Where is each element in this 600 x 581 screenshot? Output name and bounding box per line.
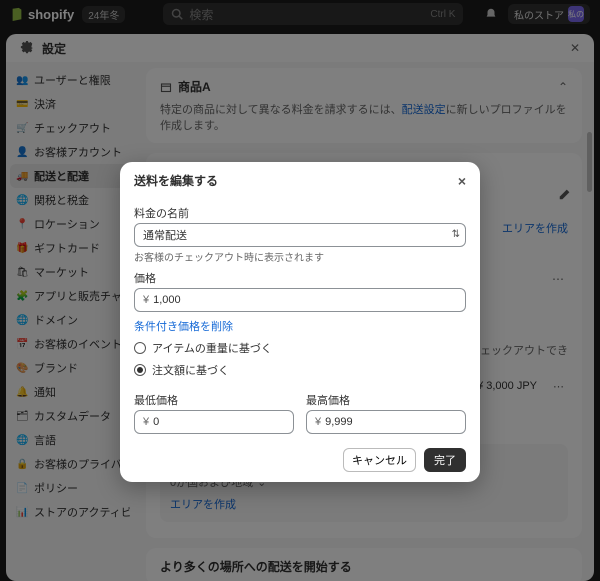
modal-title: 送料を編集する <box>134 172 218 189</box>
radio-weight[interactable]: アイテムの重量に基づく <box>134 340 466 356</box>
name-label: 料金の名前 <box>134 205 466 221</box>
name-help: お客様のチェックアウト時に表示されます <box>134 249 466 264</box>
edit-rate-modal: 送料を編集する × 料金の名前 ⇅ お客様のチェックアウト時に表示されます 価格… <box>120 162 480 482</box>
max-price-input[interactable]: ¥ 9,999 <box>306 410 466 434</box>
min-label: 最低価格 <box>134 392 294 408</box>
remove-condition-link[interactable]: 条件付き価格を削除 <box>134 318 233 334</box>
min-value: 0 <box>153 416 159 428</box>
min-price-input[interactable]: ¥ 0 <box>134 410 294 434</box>
max-value: 9,999 <box>325 416 353 428</box>
rate-name-input[interactable] <box>134 223 466 247</box>
radio-price[interactable]: 注文額に基づく <box>134 362 466 378</box>
price-label: 価格 <box>134 270 466 286</box>
currency-prefix: ¥ <box>143 294 149 306</box>
max-label: 最高価格 <box>306 392 466 408</box>
modal-close-icon[interactable]: × <box>458 173 466 189</box>
stepper-icon[interactable]: ⇅ <box>452 231 460 239</box>
price-input[interactable]: ¥ 1,000 <box>134 288 466 312</box>
radio-weight-label: アイテムの重量に基づく <box>152 340 272 356</box>
done-button[interactable]: 完了 <box>424 448 466 472</box>
radio-price-label: 注文額に基づく <box>152 362 229 378</box>
radio-icon-checked <box>134 364 146 376</box>
cancel-button[interactable]: キャンセル <box>343 448 416 472</box>
radio-icon <box>134 342 146 354</box>
price-value: 1,000 <box>153 294 181 306</box>
